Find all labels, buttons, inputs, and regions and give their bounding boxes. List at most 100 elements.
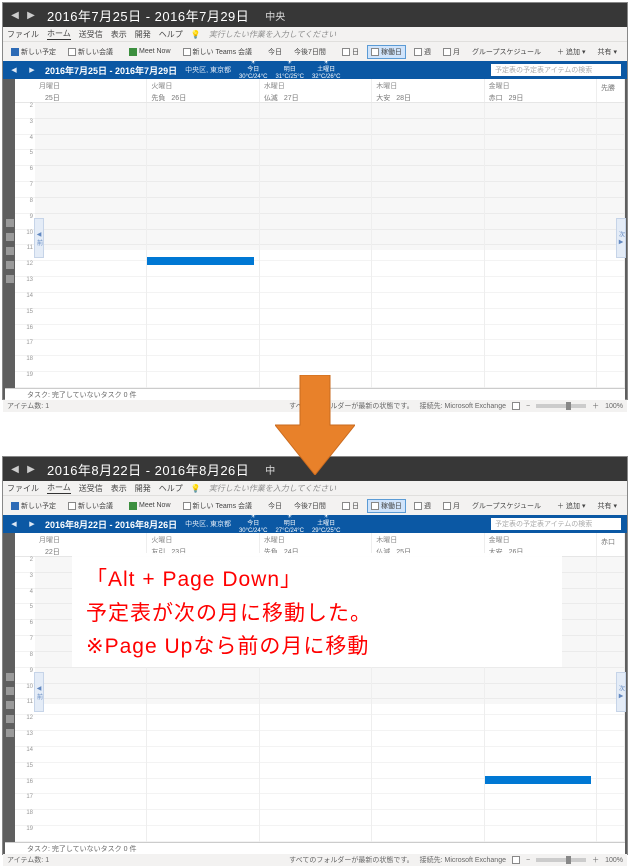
grid-body[interactable]: ◀ 前 次 ▶ — [35, 103, 625, 388]
next-appt-tab[interactable]: 次 ▶ — [616, 672, 626, 712]
more-button[interactable]: … — [625, 46, 627, 57]
day-column[interactable] — [147, 103, 259, 388]
zoom-slider[interactable] — [536, 404, 586, 408]
today-button[interactable]: 今日 — [264, 499, 286, 513]
schedule-view-button[interactable]: グループスケジュール — [468, 499, 545, 513]
menu-sendrecv[interactable]: 送受信 — [79, 29, 103, 40]
tasks-icon[interactable] — [6, 261, 14, 269]
more-button[interactable]: … — [625, 500, 627, 511]
calendar-icon[interactable] — [6, 687, 14, 695]
location-label[interactable]: 中央区, 東京都 — [185, 65, 231, 75]
calendar-event[interactable] — [485, 776, 592, 784]
menu-view[interactable]: 表示 — [111, 483, 127, 494]
tell-me-hint[interactable]: 実行したい作業を入力してください — [209, 29, 337, 40]
share-button[interactable]: 共有 ▾ — [594, 499, 622, 513]
next-period-arrow[interactable]: ▶ — [23, 6, 39, 24]
day-header[interactable]: 月曜日25日 — [35, 79, 147, 102]
menu-dev[interactable]: 開発 — [135, 483, 151, 494]
location-label[interactable]: 中央区, 東京都 — [185, 519, 231, 529]
meet-now-button[interactable]: Meet Now — [125, 46, 175, 58]
week-view-button[interactable]: 週 — [410, 499, 435, 513]
prev-week-arrow[interactable]: ◀ — [9, 65, 19, 75]
day-header[interactable]: 木曜日大安28日 — [372, 79, 484, 102]
day-view-button[interactable]: 日 — [338, 499, 363, 513]
today-button[interactable]: 今日 — [264, 45, 286, 59]
menu-help[interactable]: ヘルプ — [159, 483, 183, 494]
zoom-level: 100% — [605, 403, 623, 410]
menu-help[interactable]: ヘルプ — [159, 29, 183, 40]
weather-item[interactable]: ☀土曜日29°C/25°C — [312, 514, 340, 534]
zoom-in-button[interactable]: ＋ — [592, 401, 599, 411]
next-period-arrow[interactable]: ▶ — [23, 460, 39, 478]
mail-icon[interactable] — [6, 219, 14, 227]
hour-label: 5 — [15, 604, 35, 620]
prev-appt-tab[interactable]: ◀ 前 — [34, 218, 44, 258]
month-view-button[interactable]: 月 — [439, 45, 464, 59]
prev-week-arrow[interactable]: ◀ — [9, 519, 19, 529]
next-week-arrow[interactable]: ▶ — [27, 519, 37, 529]
new-appointment-button[interactable]: 新しい予定 — [7, 499, 60, 513]
weather-item[interactable]: ☀今日30°C/24°C — [239, 514, 267, 534]
menu-file[interactable]: ファイル — [7, 29, 39, 40]
tasks-icon[interactable] — [6, 715, 14, 723]
day-view-button[interactable]: 日 — [338, 45, 363, 59]
day-column[interactable] — [485, 103, 597, 388]
zoom-out-button[interactable]: − — [526, 857, 530, 864]
people-icon[interactable] — [6, 247, 14, 255]
prev-period-arrow[interactable]: ◀ — [7, 460, 23, 478]
week-view-button[interactable]: 週 — [410, 45, 435, 59]
menu-sendrecv[interactable]: 送受信 — [79, 483, 103, 494]
new-meeting-button[interactable]: 新しい会議 — [64, 45, 117, 59]
more-icon[interactable] — [6, 729, 14, 737]
teams-meeting-button[interactable]: 新しい Teams 会議 — [179, 499, 257, 513]
hour-label: 15 — [15, 309, 35, 325]
search-input[interactable]: 予定表の予定表アイテムの検索 — [491, 518, 621, 530]
new-appointment-button[interactable]: 新しい予定 — [7, 45, 60, 59]
calendar-grid[interactable]: 2345678910111213141516171819 月曜日25日火曜日先負… — [5, 79, 625, 388]
more-icon[interactable] — [6, 275, 14, 283]
new-meeting-button[interactable]: 新しい会議 — [64, 499, 117, 513]
next-appt-tab[interactable]: 次 ▶ — [616, 218, 626, 258]
next7days-button[interactable]: 今後7日間 — [290, 45, 330, 59]
weather-item[interactable]: ☀明日31°C/25°C — [275, 60, 303, 80]
teams-meeting-button[interactable]: 新しい Teams 会議 — [179, 45, 257, 59]
day-column[interactable] — [35, 103, 147, 388]
menu-view[interactable]: 表示 — [111, 29, 127, 40]
people-icon[interactable] — [6, 701, 14, 709]
calendar-icon[interactable] — [6, 233, 14, 241]
menu-home[interactable]: ホーム — [47, 28, 71, 40]
view-button-icon[interactable] — [512, 402, 520, 410]
schedule-view-button[interactable]: グループスケジュール — [468, 45, 545, 59]
share-button[interactable]: 共有 ▾ — [594, 45, 622, 59]
day-header[interactable]: 水曜日仏滅27日 — [260, 79, 372, 102]
zoom-out-button[interactable]: − — [526, 403, 530, 410]
day-header[interactable]: 火曜日先負26日 — [147, 79, 259, 102]
add-button[interactable]: ＋ 追加 ▾ — [553, 45, 590, 59]
day-column[interactable] — [372, 103, 484, 388]
view-button-icon[interactable] — [512, 856, 520, 864]
mail-icon[interactable] — [6, 673, 14, 681]
next-week-arrow[interactable]: ▶ — [27, 65, 37, 75]
weather-item[interactable]: ☀今日30°C/24°C — [239, 60, 267, 80]
workweek-view-button[interactable]: 稼働日 — [367, 499, 406, 513]
workweek-view-button[interactable]: 稼働日 — [367, 45, 406, 59]
menu-dev[interactable]: 開発 — [135, 29, 151, 40]
weather-item[interactable]: ☀土曜日32°C/26°C — [312, 60, 340, 80]
month-view-button[interactable]: 月 — [439, 499, 464, 513]
zoom-slider[interactable] — [536, 858, 586, 862]
day-column[interactable] — [260, 103, 372, 388]
prev-period-arrow[interactable]: ◀ — [7, 6, 23, 24]
weather-item[interactable]: ☀明日27°C/24°C — [275, 514, 303, 534]
meet-now-button[interactable]: Meet Now — [125, 500, 175, 512]
next7days-button[interactable]: 今後7日間 — [290, 499, 330, 513]
day-header[interactable]: 金曜日赤口29日 — [485, 79, 597, 102]
tell-me-hint[interactable]: 実行したい作業を入力してください — [209, 483, 337, 494]
menu-home[interactable]: ホーム — [47, 482, 71, 494]
tasks-row[interactable]: タスク: 完了していないタスク 0 件 — [5, 842, 625, 854]
search-input[interactable]: 予定表の予定表アイテムの検索 — [491, 64, 621, 76]
menu-file[interactable]: ファイル — [7, 483, 39, 494]
prev-appt-tab[interactable]: ◀ 前 — [34, 672, 44, 712]
calendar-event[interactable] — [147, 257, 254, 265]
hour-label: 3 — [15, 573, 35, 589]
add-button[interactable]: ＋ 追加 ▾ — [553, 499, 590, 513]
